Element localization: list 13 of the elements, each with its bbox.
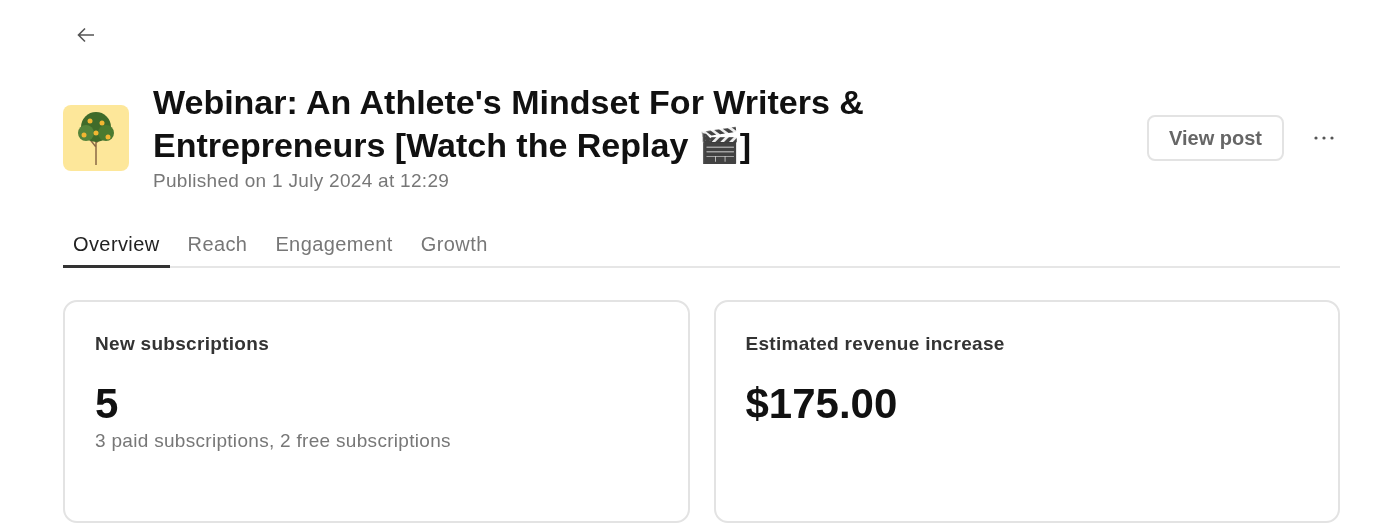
card-label: New subscriptions: [95, 332, 271, 357]
view-post-button[interactable]: View post: [1147, 115, 1284, 161]
tree-logo-icon: [63, 105, 129, 171]
card-value: $175.00: [745, 380, 899, 427]
tab[interactable]: Growth: [410, 225, 498, 269]
card-value: 5: [95, 380, 120, 427]
tab[interactable]: Engagement: [265, 225, 403, 269]
post-title: Webinar: An Athlete's Mindset For Writers & Entrepreneurs [Watch the Replay 🎬]: [153, 81, 865, 166]
tab[interactable]: Reach: [177, 225, 258, 269]
card-detail: 3 paid subscriptions, 2 free subscriptions: [95, 428, 452, 453]
publish-date: Published on 1 July 2024 at 12:29: [153, 168, 451, 193]
card-label: Estimated revenue increase: [745, 332, 1006, 357]
tab[interactable]: Overview: [63, 225, 170, 269]
